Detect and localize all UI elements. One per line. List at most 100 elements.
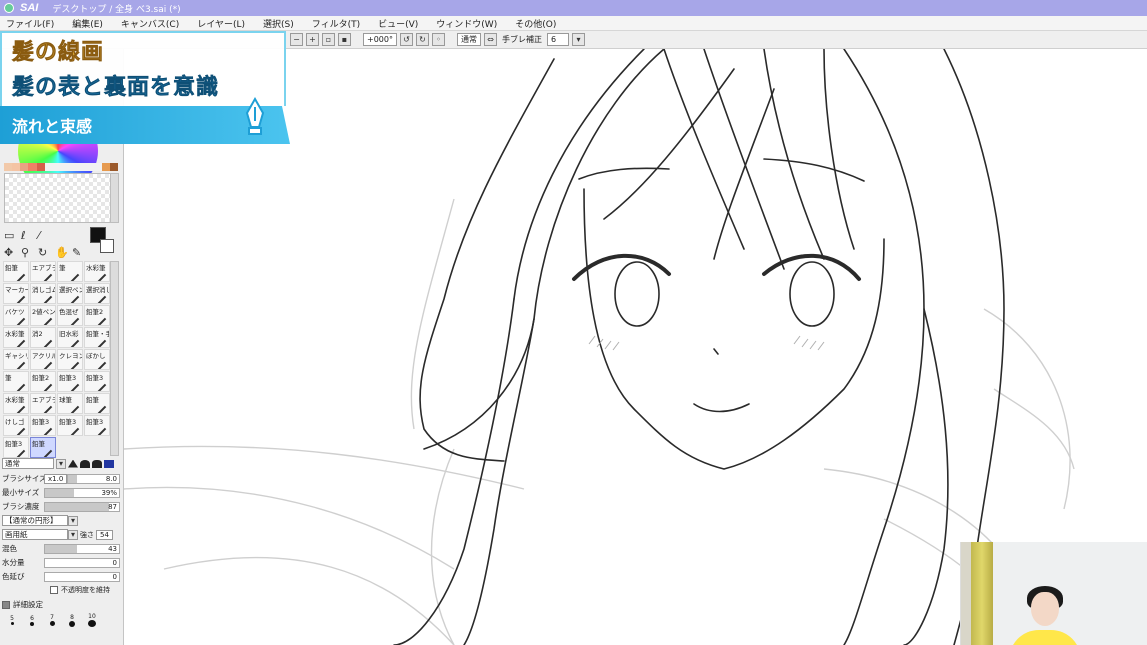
brush-tool-slot[interactable]: エアブラシ xyxy=(30,261,56,282)
rotate-right-button[interactable]: ↻ xyxy=(415,33,429,46)
magic-wand-icon[interactable]: ⁄ xyxy=(38,229,52,243)
brush-tool-slot[interactable]: 消2 xyxy=(30,327,56,348)
zoom-in-button[interactable]: + xyxy=(306,33,319,46)
brush-tool-slot[interactable]: 鉛筆2 xyxy=(84,305,110,326)
color-swatch[interactable] xyxy=(20,163,29,171)
menu-filter[interactable]: フィルタ(T) xyxy=(312,17,360,30)
background-color[interactable] xyxy=(100,239,114,253)
brush-tool-slot[interactable]: ギャシリン xyxy=(3,349,29,370)
brush-tool-slot[interactable]: 鉛筆3 xyxy=(57,415,83,436)
rect-select-icon[interactable]: ▭ xyxy=(4,229,18,243)
rotation-field[interactable]: +000° xyxy=(363,33,397,46)
brush-tool-slot[interactable]: 筆 xyxy=(3,371,29,392)
blend-dropdown-icon[interactable]: ▾ xyxy=(56,458,66,469)
brush-tool-slot[interactable]: 鉛筆2 xyxy=(30,371,56,392)
brush-tool-slot[interactable]: 鉛筆3 xyxy=(3,437,29,458)
brush-tool-slot[interactable]: マーカー xyxy=(3,283,29,304)
move-icon[interactable]: ✥ xyxy=(4,246,18,260)
color-swatch[interactable] xyxy=(69,163,78,171)
brush-tool-slot[interactable]: 選択消し xyxy=(84,283,110,304)
brush-tool-slot[interactable]: 色混ぜ xyxy=(57,305,83,326)
brush-tool-slot[interactable]: 水彩筆 xyxy=(3,327,29,348)
color-swatch[interactable] xyxy=(77,163,86,171)
color-swatch[interactable] xyxy=(101,163,110,171)
shape-square-icon[interactable] xyxy=(104,459,114,468)
menu-file[interactable]: ファイル(F) xyxy=(6,17,54,30)
shape-flat-icon[interactable] xyxy=(92,459,102,468)
zoom-out-button[interactable]: − xyxy=(290,33,303,46)
lasso-icon[interactable]: ℓ xyxy=(21,229,35,243)
texture-strength[interactable]: 54 xyxy=(96,529,113,540)
stabilizer-select[interactable]: 6 xyxy=(546,33,569,46)
brush-tool-slot[interactable]: 水彩筆 xyxy=(3,393,29,414)
brush-tool-slot[interactable]: 消しゴム xyxy=(30,283,56,304)
flip-horizontal-button[interactable]: ⇔ xyxy=(483,33,497,46)
brush-tool-slot[interactable]: 鉛筆 xyxy=(30,437,56,458)
stabilizer-dropdown-icon[interactable]: ▾ xyxy=(571,33,585,46)
color-swatch[interactable] xyxy=(85,163,94,171)
min-size-slider[interactable]: 39% xyxy=(44,487,120,498)
brush-tool-slot[interactable]: 筆 xyxy=(57,261,83,282)
menu-layer[interactable]: レイヤー(L) xyxy=(197,17,245,30)
brush-tool-slot[interactable]: 鉛筆3 xyxy=(84,415,110,436)
texture-select[interactable]: 画用紙 xyxy=(2,529,68,540)
brush-size-preset[interactable]: 5 xyxy=(2,613,22,627)
shape-dropdown-icon[interactable]: ▾ xyxy=(68,515,78,526)
brush-tool-slot[interactable]: 鉛筆 xyxy=(84,393,110,414)
zoom-fit-button[interactable]: ▪ xyxy=(338,33,351,46)
rotate-icon[interactable]: ↻ xyxy=(38,246,52,260)
brush-tool-slot[interactable]: 2値ペン xyxy=(30,305,56,326)
eyedropper-icon[interactable]: ✎ xyxy=(72,246,86,260)
brush-tool-slot[interactable]: 鉛筆3 xyxy=(57,371,83,392)
rotate-left-button[interactable]: ↺ xyxy=(399,33,413,46)
menu-other[interactable]: その他(O) xyxy=(515,17,556,30)
water-slider[interactable]: 0 xyxy=(44,557,120,568)
menu-canvas[interactable]: キャンバス(C) xyxy=(121,17,179,30)
hand-icon[interactable]: ✋ xyxy=(55,246,69,260)
brush-tool-slot[interactable]: 旧水彩 xyxy=(57,327,83,348)
shape-round-icon[interactable] xyxy=(80,459,90,468)
brush-tool-slot[interactable]: 鉛筆 xyxy=(3,261,29,282)
density-slider[interactable]: 87 xyxy=(44,501,120,512)
menu-window[interactable]: ウィンドウ(W) xyxy=(436,17,497,30)
brush-tool-slot[interactable]: 球筆 xyxy=(57,393,83,414)
color-swatch[interactable] xyxy=(4,163,13,171)
brush-tool-slot[interactable]: けしゴ xyxy=(3,415,29,436)
brush-tool-slot[interactable]: ぼかし xyxy=(84,349,110,370)
menu-edit[interactable]: 編集(E) xyxy=(72,17,103,30)
scratch-scrollbar[interactable] xyxy=(110,173,119,223)
brush-size-preset[interactable]: 10 xyxy=(82,613,102,627)
color-swatch[interactable] xyxy=(44,163,53,171)
flip-mode-button[interactable]: 通常 xyxy=(456,33,481,46)
scratch-pad[interactable] xyxy=(4,173,118,223)
zoom-reset-button[interactable]: ▫ xyxy=(322,33,335,46)
size-multiplier[interactable]: x1.0 xyxy=(44,473,68,484)
color-swatch[interactable] xyxy=(60,163,70,171)
color-swatch[interactable] xyxy=(36,163,45,171)
detail-toggle[interactable] xyxy=(2,600,10,609)
color-swatch[interactable] xyxy=(12,163,21,171)
blending-slider[interactable]: 43 xyxy=(44,543,120,554)
menu-view[interactable]: ビュー(V) xyxy=(378,17,418,30)
brush-tool-slot[interactable]: 選択ペン xyxy=(57,283,83,304)
brush-tool-slot[interactable]: 鉛筆3 xyxy=(30,415,56,436)
blend-mode-select[interactable]: 通常 xyxy=(2,458,54,469)
color-swatch[interactable] xyxy=(52,163,61,171)
brush-tool-slot[interactable]: 水彩筆 xyxy=(84,261,110,282)
brush-size-slider[interactable]: 8.0 xyxy=(67,473,120,484)
brush-tool-slot[interactable]: アクリル xyxy=(30,349,56,370)
texture-dropdown-icon[interactable]: ▾ xyxy=(68,529,78,540)
tool-scrollbar[interactable] xyxy=(110,261,119,456)
brush-tool-slot[interactable]: 鉛筆・手 xyxy=(84,327,110,348)
shape-triangle-icon[interactable] xyxy=(68,459,78,468)
brush-tool-slot[interactable]: バケツ xyxy=(3,305,29,326)
brush-size-preset[interactable]: 7 xyxy=(42,613,62,627)
keep-opacity-checkbox[interactable] xyxy=(50,586,58,594)
brush-size-preset[interactable]: 8 xyxy=(62,613,82,627)
brush-tool-slot[interactable]: クレヨン xyxy=(57,349,83,370)
menu-select[interactable]: 選択(S) xyxy=(263,17,294,30)
color-swatch[interactable] xyxy=(28,163,37,171)
persistence-slider[interactable]: 0 xyxy=(44,571,120,582)
brush-tool-slot[interactable]: 鉛筆3 xyxy=(84,371,110,392)
brush-tool-slot[interactable]: エアブラ xyxy=(30,393,56,414)
